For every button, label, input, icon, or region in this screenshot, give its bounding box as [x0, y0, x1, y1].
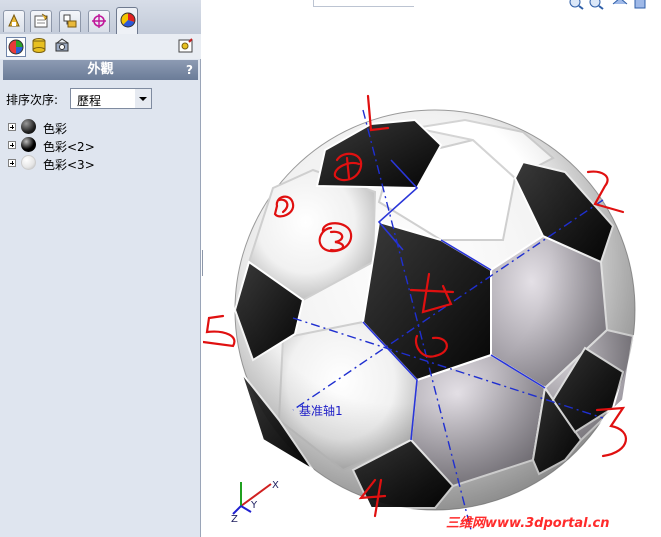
watermark-text: 三维网www.3dportal.cn [446, 516, 610, 531]
chevron-down-icon [135, 89, 151, 108]
ball-shading [235, 110, 635, 510]
tree-item-label: 色彩 [43, 122, 68, 136]
sort-order-value: 歷程 [77, 94, 102, 108]
settings-options-icon [178, 38, 193, 53]
tab-configuration-manager[interactable] [59, 10, 81, 32]
expand-icon[interactable] [8, 141, 16, 149]
expand-icon[interactable] [8, 159, 16, 167]
reference-axis-label[interactable]: 基准轴1 [299, 402, 343, 419]
scene-camera-icon [55, 38, 69, 52]
appearance-sphere-icon [21, 155, 36, 170]
soccer-ball-model [203, 94, 636, 531]
appearance-sphere-icon [21, 119, 36, 134]
section-title: 外觀 [87, 62, 114, 77]
sort-order-dropdown[interactable]: 歷程 [70, 88, 152, 109]
appearances-section-header: 外觀 ? [3, 60, 198, 80]
appearances-button[interactable] [6, 37, 26, 57]
stacked-layers-icon [32, 38, 46, 53]
tab-dimxpert-manager[interactable] [88, 10, 110, 32]
display-manager-toolbar [0, 34, 201, 59]
dimxpert-crosshair-icon [92, 14, 106, 28]
tree-item-label: 色彩<3> [43, 158, 95, 172]
tree-item-label: 色彩<2> [43, 140, 95, 154]
triad-z-label: Z [231, 514, 238, 522]
coordinate-triad-icon: X Y Z [231, 480, 279, 522]
configuration-manager-icon [63, 14, 77, 28]
tab-feature-manager[interactable] [3, 10, 25, 32]
sort-order-row: 排序次序: 歷程 [6, 88, 196, 109]
tab-display-manager[interactable] [116, 7, 138, 34]
property-manager-panel: 外觀 ? 排序次序: 歷程 色彩 色彩<2> 色彩<3> [0, 0, 201, 537]
graphics-viewport[interactable]: 基准轴1 X Y Z 三维网www.3dportal.cn [203, 0, 661, 537]
decals-button[interactable] [30, 37, 50, 57]
panel-options-button[interactable] [177, 37, 197, 57]
annotation-5 [203, 314, 236, 348]
help-icon[interactable]: ? [186, 60, 193, 80]
appearance-sphere-icon [21, 137, 36, 152]
tree-item-color-1[interactable]: 色彩 [8, 119, 188, 136]
scene-lights-button[interactable] [54, 37, 74, 57]
property-manager-icon [34, 13, 48, 28]
tab-property-manager[interactable] [30, 10, 52, 32]
triad-x-label: X [272, 480, 279, 491]
tree-item-color-3[interactable]: 色彩<3> [8, 155, 188, 172]
expand-icon[interactable] [8, 123, 16, 131]
triad-y-label: Y [250, 500, 258, 511]
sort-order-label: 排序次序: [6, 93, 59, 107]
tree-item-color-2[interactable]: 色彩<2> [8, 137, 188, 154]
appearance-color-wheel-icon [120, 12, 136, 28]
appearances-sphere-icon [8, 39, 24, 55]
manager-tab-bar [0, 0, 201, 35]
feature-manager-icon [8, 13, 20, 27]
